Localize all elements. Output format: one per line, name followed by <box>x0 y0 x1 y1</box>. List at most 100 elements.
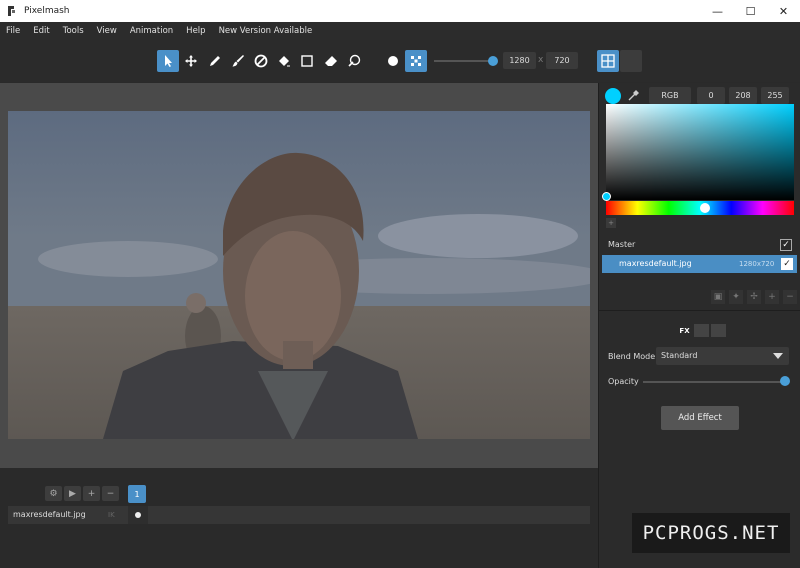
add-layer-button[interactable]: + <box>765 290 779 304</box>
minus-icon: − <box>106 488 115 499</box>
layer-transform-button[interactable]: ✦ <box>729 290 743 304</box>
blue-field[interactable]: 255 <box>761 87 789 104</box>
minimize-button[interactable]: — <box>701 0 734 22</box>
remove-frame-button[interactable]: − <box>102 486 119 501</box>
minus-icon: − <box>786 292 794 302</box>
green-field[interactable]: 208 <box>729 87 757 104</box>
canvas-area[interactable] <box>0 83 598 468</box>
plus-icon: + <box>87 488 96 499</box>
menu-help[interactable]: Help <box>186 26 205 36</box>
brush-tool[interactable] <box>227 50 249 72</box>
fx-tab[interactable]: FX <box>677 324 692 337</box>
chevron-down-icon <box>773 353 783 359</box>
saturation-value-picker[interactable] <box>606 104 794 200</box>
menu-bar: File Edit Tools View Animation Help New … <box>0 22 800 40</box>
layer-mask-button[interactable]: ▣ <box>711 290 725 304</box>
menu-new-version[interactable]: New Version Available <box>219 26 313 36</box>
menu-view[interactable]: View <box>97 26 117 36</box>
remove-layer-button[interactable]: − <box>783 290 797 304</box>
paint-bucket-icon <box>279 56 290 67</box>
maximize-button[interactable]: ☐ <box>734 0 767 22</box>
add-effect-button[interactable]: Add Effect <box>661 406 739 430</box>
eraser-icon <box>325 56 337 66</box>
watermark: PCPROGS.NET <box>632 513 790 553</box>
pencil-tool[interactable] <box>204 50 226 72</box>
add-frame-button[interactable]: + <box>83 486 100 501</box>
eraser-tool[interactable] <box>320 50 342 72</box>
master-layer-row[interactable]: Master ✓ <box>599 236 800 254</box>
pen-nib-icon <box>348 54 361 67</box>
rectangle-icon <box>301 55 313 67</box>
gear-icon: ⚙ <box>49 488 58 499</box>
fill-tool[interactable] <box>273 50 295 72</box>
cursor-icon <box>165 55 172 67</box>
layer-visibility-checkbox[interactable]: ✓ <box>781 258 793 270</box>
panel-divider <box>599 310 800 311</box>
timeline-layer-name: maxresdefault.jpg <box>13 510 86 519</box>
effects-tabs: FX <box>677 324 728 338</box>
brush-size-slider-knob[interactable] <box>487 56 498 66</box>
red-field[interactable]: 0 <box>697 87 725 104</box>
rectangle-tool[interactable] <box>296 50 318 72</box>
single-view-button[interactable] <box>620 50 642 72</box>
menu-tools[interactable]: Tools <box>63 26 84 36</box>
master-visibility-checkbox[interactable]: ✓ <box>780 239 792 251</box>
height-field[interactable]: 720 <box>546 52 578 69</box>
close-button[interactable]: ✕ <box>767 0 800 22</box>
opacity-label: Opacity <box>608 377 639 386</box>
blend-mode-value: Standard <box>661 351 698 360</box>
menu-edit[interactable]: Edit <box>33 26 49 36</box>
eyedropper-icon[interactable] <box>627 88 641 102</box>
current-color-swatch[interactable] <box>605 88 621 104</box>
dimension-separator: x <box>538 55 544 65</box>
pen-tool[interactable] <box>343 50 365 72</box>
grid-icon <box>601 54 615 68</box>
sparkle-icon: ✦ <box>732 292 740 302</box>
mask-icon: ▣ <box>713 292 723 302</box>
opacity-slider-track[interactable] <box>643 381 785 383</box>
blend-mode-select[interactable]: Standard <box>656 347 789 365</box>
layer-size: 1280x720 <box>739 260 775 268</box>
circle-shape-tool[interactable] <box>382 50 404 72</box>
timeline-settings-button[interactable]: ⚙ <box>45 486 62 501</box>
dot-icon <box>388 56 398 66</box>
pixelmash-logo-icon <box>8 6 15 16</box>
pencil-icon <box>210 56 220 66</box>
opacity-slider-knob[interactable] <box>780 376 790 386</box>
grid-view-button[interactable] <box>597 50 619 72</box>
brush-icon <box>232 55 244 67</box>
menu-file[interactable]: File <box>6 26 20 36</box>
master-label: Master <box>608 240 636 249</box>
color-mode-select[interactable]: RGB <box>649 87 691 104</box>
check-icon: ✓ <box>782 240 790 250</box>
check-icon: ✓ <box>783 259 791 269</box>
layer-item[interactable]: maxresdefault.jpg 1280x720 ✓ <box>602 255 797 273</box>
pixel-pattern-tool[interactable] <box>405 50 427 72</box>
move-icon: ✢ <box>750 292 758 302</box>
layer-move-button[interactable]: ✢ <box>747 290 761 304</box>
app-window: Pixelmash — ☐ ✕ File Edit Tools View Ani… <box>0 0 800 568</box>
move-tool[interactable] <box>180 50 202 72</box>
select-tool[interactable] <box>157 50 179 72</box>
pixel-pattern-icon <box>411 56 421 66</box>
title-bar: Pixelmash — ☐ ✕ <box>0 0 800 22</box>
keyframe-dot-icon[interactable] <box>135 512 141 518</box>
frame-number[interactable]: 1 <box>128 485 146 503</box>
adjust-tab[interactable] <box>694 324 709 337</box>
brush-size-slider-track[interactable] <box>434 60 496 62</box>
circle-slash-icon <box>254 54 268 68</box>
play-button[interactable]: ▶ <box>64 486 81 501</box>
add-swatch-button[interactable]: + <box>606 218 616 228</box>
menu-animation[interactable]: Animation <box>130 26 173 36</box>
disable-tool[interactable] <box>250 50 272 72</box>
toolbar: 1280 720 <box>0 40 800 82</box>
hue-slider-knob[interactable] <box>700 203 710 213</box>
layer-name: maxresdefault.jpg <box>619 259 692 268</box>
layer-tools: ▣ ✦ ✢ + − <box>599 290 800 308</box>
width-field[interactable]: 1280 <box>503 52 536 69</box>
timeline-layer-row[interactable]: maxresdefault.jpg IK <box>8 506 590 524</box>
canvas-image[interactable] <box>8 111 590 439</box>
saturation-value-knob[interactable] <box>602 192 611 201</box>
window-controls: — ☐ ✕ <box>701 0 800 22</box>
text-tab[interactable] <box>711 324 726 337</box>
